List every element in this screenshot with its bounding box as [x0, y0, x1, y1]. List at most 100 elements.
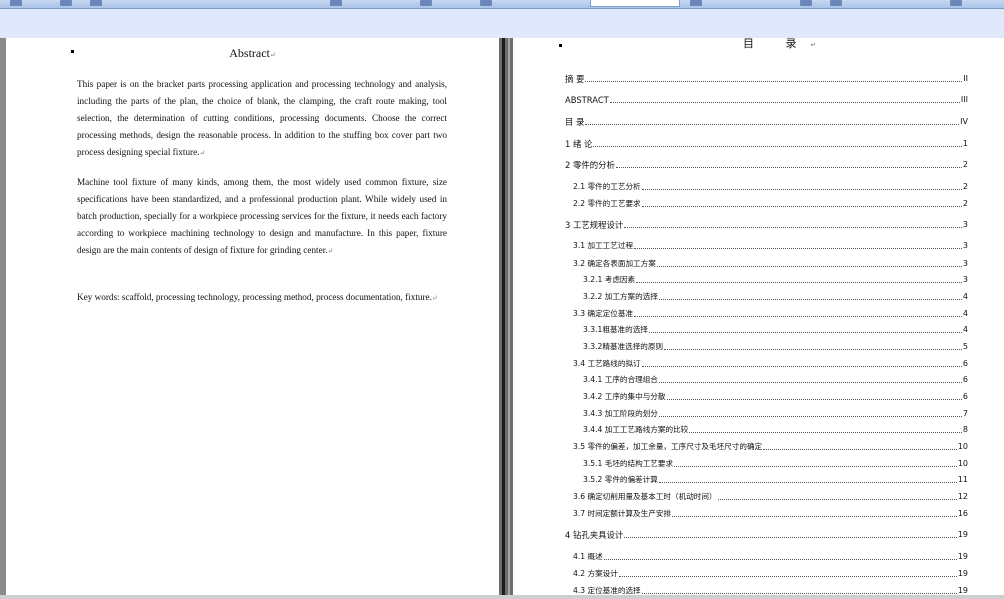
toc-entry[interactable]: 3.4.2 工序的集中与分散 6 — [583, 392, 968, 402]
paragraph-mark: ↵ — [199, 149, 206, 157]
document-page-toc[interactable]: 目 录↵ 摘 要 II ABSTRACT III 目 录 IV 1 绪 论12 零件的分析 2… — [513, 38, 1004, 599]
toc-entry[interactable]: 1 绪 论 1 — [565, 139, 968, 149]
abstract-title-text: Abstract — [229, 46, 270, 60]
toc-entry-page: 6 — [962, 392, 968, 401]
toolbar-button-icon[interactable] — [330, 0, 342, 6]
toc-entry-page: 2 — [962, 199, 968, 208]
toolbar-button-icon[interactable] — [800, 0, 812, 6]
toc-entry[interactable]: 3.6 确定切削用量及基本工时（机动时间） 12 — [573, 492, 968, 502]
toc-entry-title: 2 零件的分析 — [565, 160, 615, 170]
toc-entry-title: 3.5.2 零件的偏差计算 — [583, 475, 658, 484]
toc-entry-page: 19 — [957, 530, 968, 539]
toc-dot-leader — [763, 448, 957, 450]
toc-entry[interactable]: 4 钻孔夹具设计 19 — [565, 530, 968, 540]
keywords-paragraph: Key words: scaffold, processing technolo… — [77, 289, 447, 307]
toolbar-dropdown-field[interactable] — [590, 0, 680, 7]
toc-entry[interactable]: 4.1 概述 19 — [573, 552, 968, 562]
toc-dot-leader — [618, 575, 957, 577]
toc-entry-page: 4 — [962, 309, 968, 318]
toc-entry-title: 3.5 零件的偏差，加工余量，工序尺寸及毛坯尺寸的确定 — [573, 442, 763, 451]
toc-entry[interactable]: 目 录 IV — [565, 117, 968, 127]
toc-entry[interactable]: 3.5 零件的偏差，加工余量，工序尺寸及毛坯尺寸的确定 10 — [573, 442, 968, 452]
document-page-abstract[interactable]: Abstract ↵ This paper is on the bracket p… — [6, 38, 499, 599]
toc-entry[interactable]: 3.2.2 加工方案的选择 4 — [583, 292, 968, 302]
toc-dot-leader — [609, 101, 960, 103]
toc-entry[interactable]: 3.4 工艺路线的拟订 6 — [573, 359, 968, 369]
toc-entry[interactable]: 3.3.2精基准选择的原则 5 — [583, 342, 968, 352]
toc-entry-title: 3.3 确定定位基准 — [573, 309, 634, 318]
toolbar-button-icon[interactable] — [10, 0, 22, 6]
toc-entry[interactable]: 3.2 确定各表面加工方案 3 — [573, 259, 968, 269]
paragraph-text: Key words: scaffold, processing technolo… — [77, 292, 432, 302]
toc-entry[interactable]: 3.5.1 毛坯的结构工艺要求 10 — [583, 459, 968, 469]
toolbar-button-icon[interactable] — [90, 0, 102, 6]
toc-entry-title: 目 录 — [565, 117, 585, 127]
toc-dot-leader — [648, 331, 962, 333]
toc-entry[interactable]: 3.4.4 加工工艺路线方案的比较 8 — [583, 425, 968, 435]
toc-entry[interactable]: 摘 要 II — [565, 74, 968, 84]
toc-entry[interactable]: 2.2 零件的工艺要求 2 — [573, 199, 968, 209]
toolbar — [0, 0, 1004, 9]
toc-entry-page: 8 — [962, 425, 968, 434]
toc-entry-page: IV — [960, 117, 968, 126]
toolbar-button-icon[interactable] — [830, 0, 842, 6]
toc-dot-leader — [641, 205, 962, 207]
toc-entry-page: 16 — [957, 509, 968, 518]
toc-entry[interactable]: 4.2 方案设计 19 — [573, 569, 968, 579]
toc-entry[interactable]: 3.7 时间定额计算及生产安排 16 — [573, 509, 968, 519]
toc-entry[interactable]: 3.3 确定定位基准 4 — [573, 309, 968, 319]
toc-entry[interactable]: 3.4.1 工序的合理组合 6 — [583, 375, 968, 385]
toc-entry[interactable]: 3.3.1粗基准的选择 4 — [583, 325, 968, 335]
toc-entry[interactable]: 3 工艺规程设计 3 — [565, 220, 968, 230]
toc-entry-page: 4 — [962, 292, 968, 301]
toc-dot-leader — [624, 226, 962, 228]
toc-entry-page: 1 — [962, 139, 968, 148]
toc-dot-leader — [634, 315, 962, 317]
toc-entry[interactable]: 3.1 加工工艺过程 3 — [573, 241, 968, 251]
toc-entry[interactable]: 3.2.1 考虑因素 3 — [583, 275, 968, 285]
toc-entry-title: 3.4.3 加工阶段的划分 — [583, 409, 658, 418]
abstract-paragraph: This paper is on the bracket parts proce… — [77, 76, 447, 162]
toc-entry-page: 3 — [962, 241, 968, 250]
toc-entry-page: 3 — [962, 259, 968, 268]
toc-dot-leader — [658, 481, 957, 483]
toc-entry-page: 11 — [957, 475, 968, 484]
toc-entry-title: 3.2 确定各表面加工方案 — [573, 259, 656, 268]
toolbar-button-icon[interactable] — [480, 0, 492, 6]
toc-dot-leader — [593, 145, 962, 147]
toolbar-button-icon[interactable] — [950, 0, 962, 6]
toolbar-button-icon[interactable] — [60, 0, 72, 6]
toc-entry[interactable]: 2 零件的分析 2 — [565, 160, 968, 170]
toc-dot-leader — [666, 398, 962, 400]
toc-dot-leader — [658, 415, 962, 417]
toc-entry-page: 3 — [962, 220, 968, 229]
toolbar-button-icon[interactable] — [690, 0, 702, 6]
toc-entry[interactable]: 3.5.2 零件的偏差计算 11 — [583, 475, 968, 485]
toc-dot-leader — [689, 431, 962, 433]
toc-entry-title: 2.1 零件的工艺分析 — [573, 182, 641, 191]
toc-entry-page: 19 — [957, 552, 968, 561]
toc-dot-leader — [674, 465, 957, 467]
toc-entry-page: 6 — [962, 359, 968, 368]
toc-dot-leader — [658, 381, 962, 383]
paragraph-mark: ↵ — [810, 41, 817, 49]
toc-entry-title: 3.4.4 加工工艺路线方案的比较 — [583, 425, 689, 434]
toc-entry[interactable]: ABSTRACT III — [565, 95, 968, 105]
toc-entry-title: 3.6 确定切削用量及基本工时（机动时间） — [573, 492, 717, 501]
toc-entry-title: 摘 要 — [565, 74, 585, 84]
toc-entry-title: 3.5.1 毛坯的结构工艺要求 — [583, 459, 674, 468]
toc-entry-page: 4 — [962, 325, 968, 334]
toc-entry[interactable]: 3.4.3 加工阶段的划分 7 — [583, 409, 968, 419]
toc-entry[interactable]: 2.1 零件的工艺分析 2 — [573, 182, 968, 192]
toc-dot-leader — [624, 536, 957, 538]
toc-entry-title: 3.2.2 加工方案的选择 — [583, 292, 658, 301]
toc-entry-page: 2 — [962, 160, 968, 169]
toc-dot-leader — [585, 123, 960, 125]
toolbar-button-icon[interactable] — [420, 0, 432, 6]
toc-entry-page: 6 — [962, 375, 968, 384]
toc-entry-page: 10 — [957, 442, 968, 451]
toc-entry-title: 3.7 时间定额计算及生产安排 — [573, 509, 672, 518]
toc-entry-title: 2.2 零件的工艺要求 — [573, 199, 641, 208]
toc-dot-leader — [585, 80, 963, 82]
paragraph-text: This paper is on the bracket parts proce… — [77, 79, 447, 157]
